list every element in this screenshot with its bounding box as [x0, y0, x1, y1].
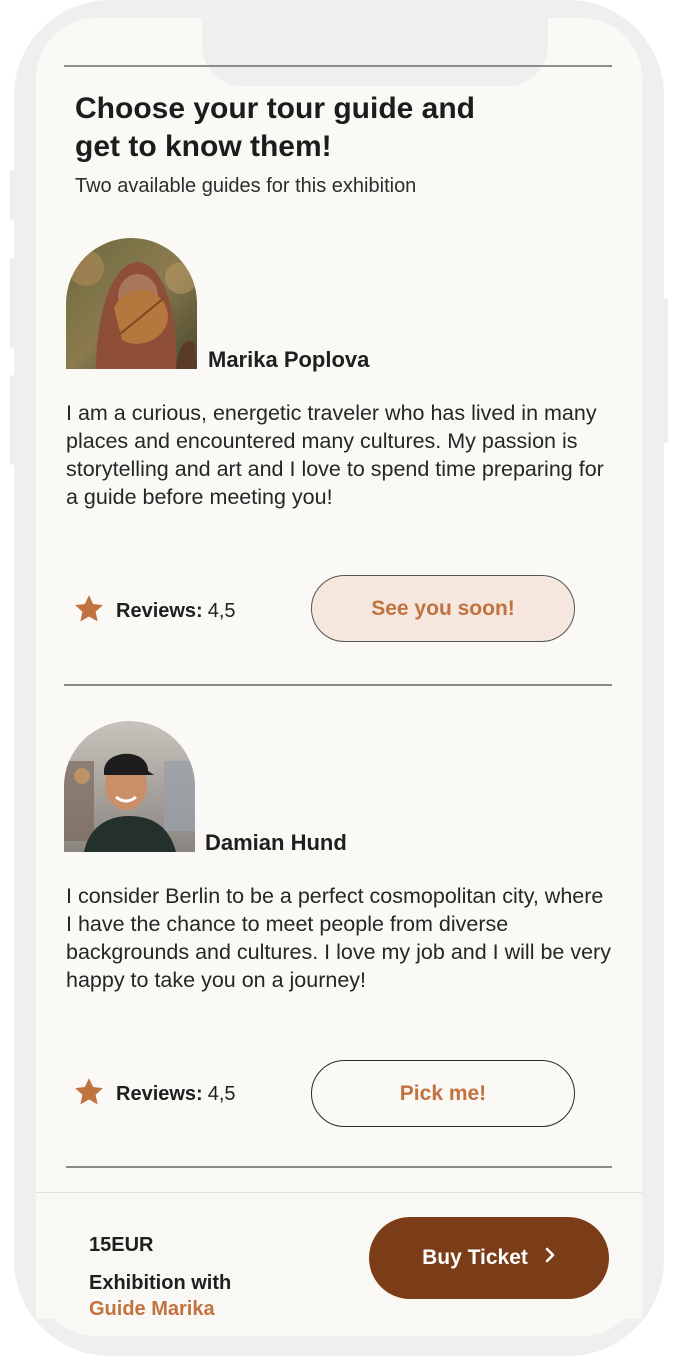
page-subtitle: Two available guides for this exhibition	[75, 175, 417, 197]
volume-down-button	[10, 375, 16, 465]
star-icon	[74, 594, 104, 629]
guide-divider	[64, 684, 612, 686]
reviews-label: Reviews:	[116, 1083, 203, 1105]
summary-guide: Guide Marika	[89, 1298, 215, 1320]
guide-rating: Reviews: 4,5	[74, 594, 236, 629]
app-screen	[36, 18, 642, 1336]
guide-avatar-marika	[66, 238, 197, 369]
power-button	[662, 298, 668, 443]
guide-bio: I am a curious, energetic traveler who h…	[66, 401, 604, 509]
guide-avatar-damian	[64, 721, 195, 852]
summary-line: Exhibition with	[89, 1272, 232, 1294]
reviews-value: 4,5	[207, 600, 236, 622]
reviews-value: 4,5	[207, 1083, 236, 1105]
volume-up-button	[10, 258, 16, 348]
guide-rating: Reviews: 4,5	[74, 1077, 236, 1112]
ticket-summary: Exhibition with Guide Marika	[89, 1270, 231, 1322]
star-icon	[74, 1077, 104, 1112]
guide-bio: I consider Berlin to be a perfect cosmop…	[66, 884, 611, 992]
select-guide-marika-button[interactable]: See you soon!	[311, 575, 575, 642]
top-divider	[64, 65, 612, 67]
chevron-right-icon	[528, 1246, 556, 1270]
guide-name: Marika Poplova	[208, 347, 370, 372]
reviews-label: Reviews:	[116, 600, 203, 622]
select-guide-damian-button[interactable]: Pick me!	[311, 1060, 575, 1127]
page-title: Choose your tour guide and get to know t…	[75, 92, 476, 163]
phone-notch	[202, 18, 548, 86]
buy-ticket-button[interactable]: Buy Ticket	[369, 1217, 609, 1299]
guide-divider	[66, 1166, 612, 1168]
guide-name: Damian Hund	[205, 830, 347, 855]
mute-switch	[10, 170, 16, 220]
buy-ticket-label: Buy Ticket	[422, 1246, 528, 1269]
ticket-price: 15EUR	[89, 1234, 154, 1256]
